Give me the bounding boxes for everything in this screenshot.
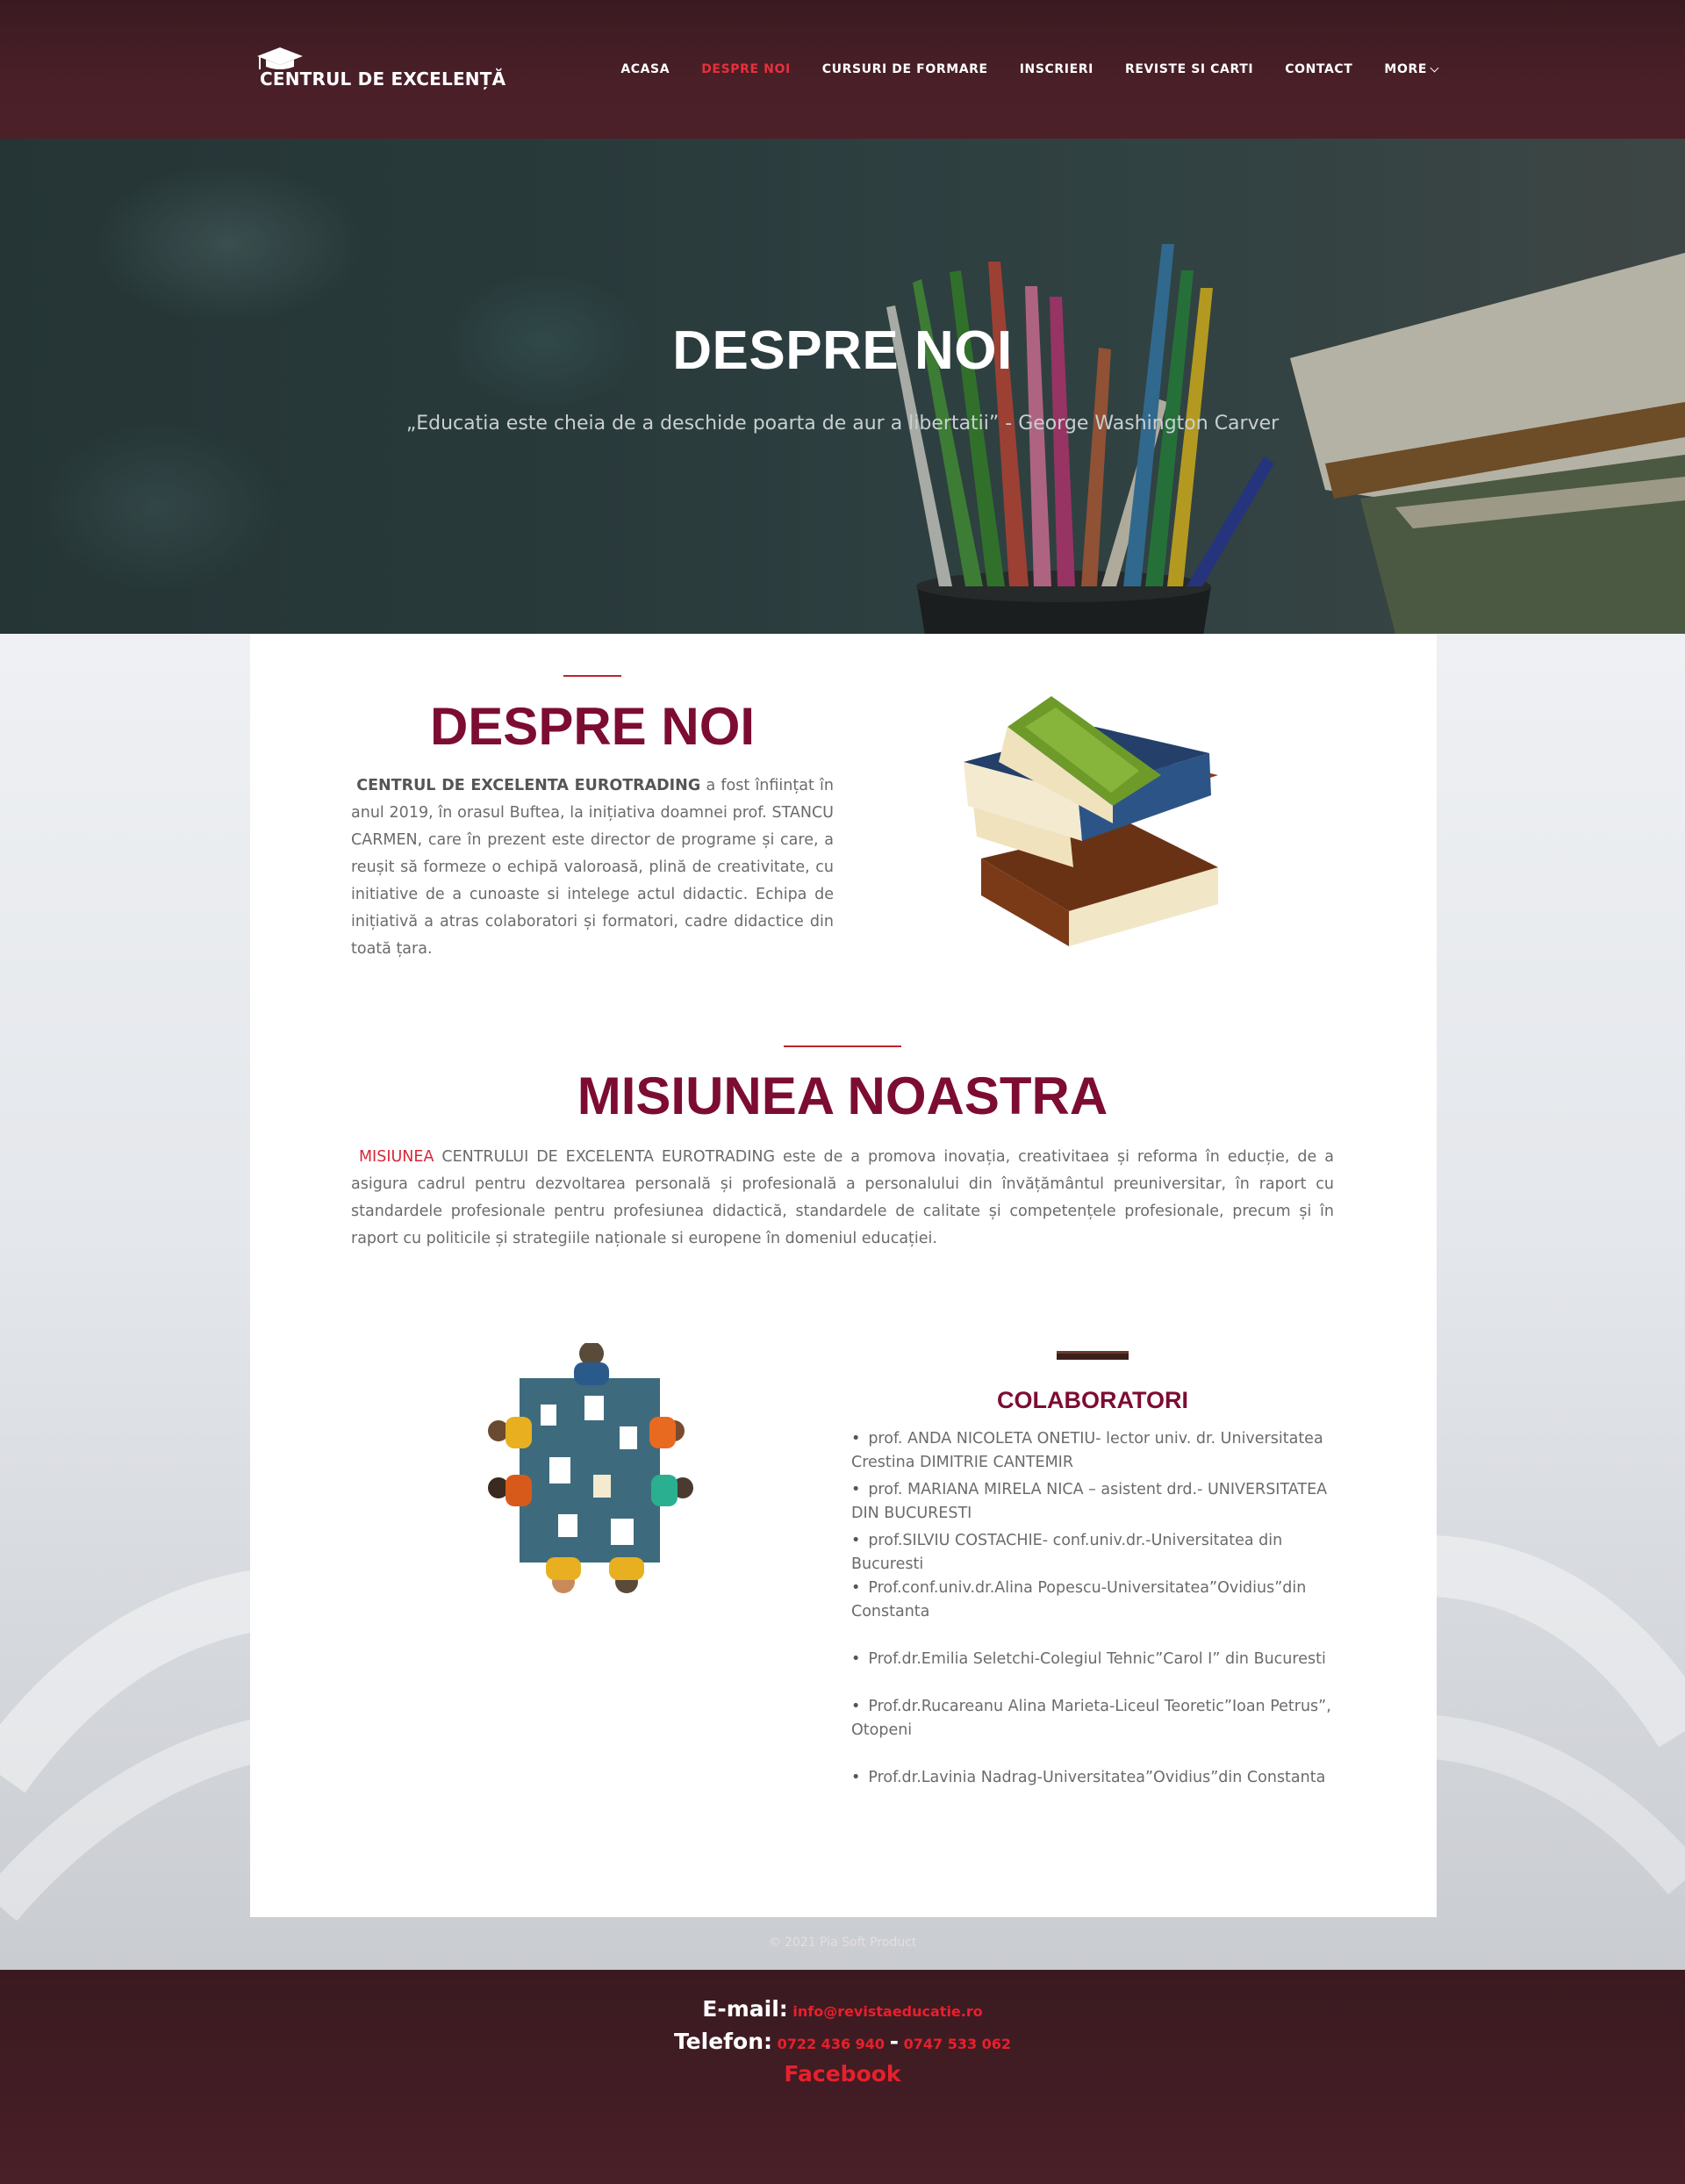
collaborator-item: Prof.conf.univ.dr.Alina Popescu-Universi… — [851, 1577, 1338, 1624]
logo-text: CENTRUL DE EXCELENȚĂ — [260, 68, 506, 90]
nav-item-despre-noi[interactable]: DESPRE NOI — [701, 62, 791, 76]
nav-more-label: MORE — [1384, 62, 1427, 76]
about-title: DESPRE NOI — [429, 697, 756, 756]
footer-facebook-link[interactable]: Facebook — [784, 2061, 900, 2087]
footer-phone-label: Telefon: — [673, 2029, 772, 2054]
hero-overlay — [0, 139, 1685, 634]
site-header: CENTRUL DE EXCELENȚĂ ACASA DESPRE NOI CU… — [0, 0, 1685, 139]
nav-item-acasa[interactable]: ACASA — [620, 62, 670, 76]
chevron-down-icon — [1430, 63, 1439, 72]
collaborators-title: COLABORATORI — [997, 1387, 1188, 1413]
mission-text-body: CENTRULUI DE EXCELENTA EUROTRADING este … — [351, 1148, 1334, 1247]
collaborator-item: Prof.dr.Rucareanu Alina Marieta-Liceul T… — [851, 1695, 1338, 1742]
footer-phone-separator: - — [889, 2029, 900, 2054]
collaborator-item: Prof.dr.Lavinia Nadrag-Universitatea”Ovi… — [851, 1766, 1338, 1790]
mission-title: MISIUNEA NOASTRA — [577, 1067, 1108, 1125]
collaborator-item: prof.SILVIU COSTACHIE- conf.univ.dr.-Uni… — [851, 1529, 1338, 1577]
nav-item-more[interactable]: MORE — [1384, 62, 1439, 76]
nav-item-contact[interactable]: CONTACT — [1285, 62, 1352, 76]
collaborators-divider — [1057, 1351, 1129, 1360]
section-divider — [563, 675, 621, 677]
section-divider — [784, 1045, 901, 1047]
collaborator-item: prof. ANDA NICOLETA ONETIU- lector univ.… — [851, 1427, 1338, 1475]
hero-title: DESPRE NOI — [672, 320, 1013, 381]
nav-item-cursuri-de-formare[interactable]: CURSURI DE FORMARE — [822, 62, 988, 76]
books-stack-image — [964, 696, 1218, 946]
collaborator-item: prof. MARIANA MIRELA NICA – asistent drd… — [851, 1478, 1338, 1526]
footer-phone-2[interactable]: 0747 533 062 — [904, 2036, 1011, 2052]
footer-phone-1[interactable]: 0722 436 940 — [778, 2036, 885, 2052]
site-logo[interactable]: CENTRUL DE EXCELENȚĂ — [255, 46, 506, 90]
hero-quote: „Educatia este cheia de a deschide poart… — [405, 413, 1280, 435]
nav-item-inscrieri[interactable]: INSCRIERI — [1020, 62, 1093, 76]
footer-email-line: E-mail: info@revistaeducatie.ro — [0, 1996, 1685, 2022]
footer-phone-line: Telefon: 0722 436 940 - 0747 533 062 — [0, 2029, 1685, 2054]
mission-text: MISIUNEA CENTRULUI DE EXCELENTA EUROTRAD… — [351, 1144, 1334, 1253]
hero-banner: DESPRE NOI „Educatia este cheia de a des… — [0, 139, 1685, 634]
main-nav: ACASA DESPRE NOI CURSURI DE FORMARE INSC… — [620, 60, 1439, 79]
footer-copyright: © 2021 Pia Soft Product — [768, 1936, 917, 1950]
about-text-strong: CENTRUL DE EXCELENTA EUROTRADING — [356, 777, 701, 794]
about-text-body: a fost înființat în anul 2019, în orasul… — [351, 777, 834, 958]
about-text: CENTRUL DE EXCELENTA EUROTRADING a fost … — [351, 772, 834, 963]
footer-email-label: E-mail: — [702, 1996, 788, 2022]
footer-facebook-line: Facebook — [0, 2061, 1685, 2087]
collaborator-item: Prof.dr.Emilia Seletchi-Colegiul Tehnic”… — [851, 1648, 1338, 1671]
team-meeting-illustration — [488, 1343, 693, 1593]
nav-item-reviste-si-carti[interactable]: REVISTE SI CARTI — [1125, 62, 1253, 76]
mission-highlight: MISIUNEA — [358, 1148, 434, 1166]
footer-email-link[interactable]: info@revistaeducatie.ro — [792, 2003, 982, 2020]
